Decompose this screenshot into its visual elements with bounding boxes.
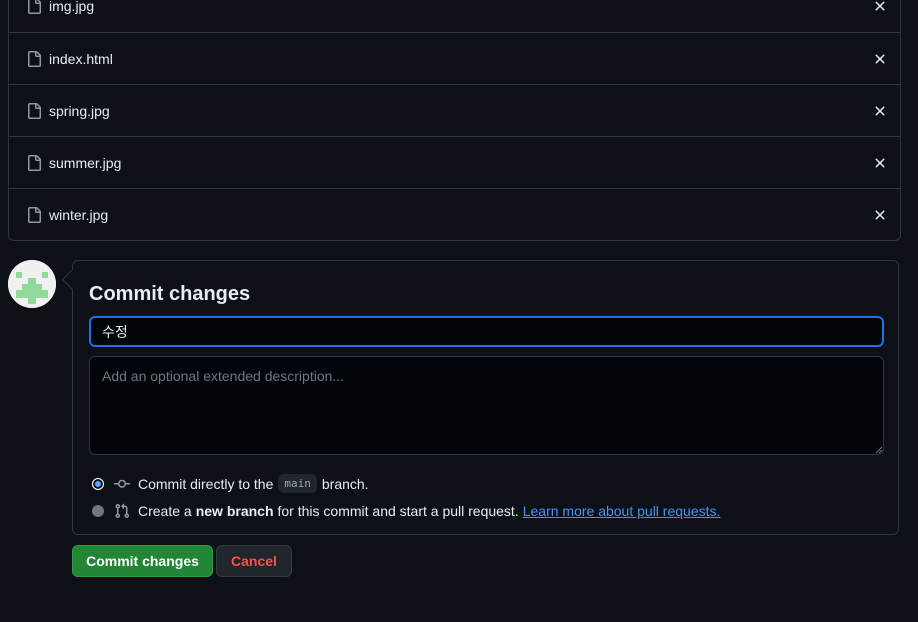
radio-commit-direct[interactable] [92,477,104,490]
commit-form: Commit changes Commit directly to the ma… [72,260,899,535]
file-name: winter.jpg [49,206,109,223]
commit-changes-button[interactable]: Commit changes [72,545,213,577]
resize-handle-icon[interactable] [875,446,883,454]
option-new-branch[interactable]: Create a new branch for this commit and … [92,503,720,519]
file-list: img.jpg index.html spring.jpg summer.jpg… [8,0,901,241]
file-icon [28,102,41,119]
file-name: index.html [49,50,113,67]
identicon-image [8,260,56,308]
learn-more-link[interactable]: Learn more about pull requests. [523,503,721,519]
file-row: summer.jpg [9,136,900,188]
git-pull-request-icon [115,503,130,519]
file-icon [28,154,41,171]
option-direct-prefix: Commit directly to the [138,475,274,492]
commit-title: Commit changes [89,283,251,305]
file-name: summer.jpg [49,154,122,171]
file-row: index.html [9,32,900,84]
file-row: img.jpg [9,0,900,32]
remove-file-icon[interactable] [872,103,888,119]
file-icon [28,50,41,67]
remove-file-icon[interactable] [872,207,888,223]
option-commit-direct[interactable]: Commit directly to the main branch. [92,474,369,493]
branch-name-chip: main [278,474,317,493]
file-name: spring.jpg [49,102,110,119]
option-new-branch-prefix: Create a [138,503,192,519]
option-new-branch-suffix: for this commit and start a pull request… [277,503,519,519]
option-new-branch-bold: new branch [195,503,274,519]
radio-new-branch[interactable] [92,505,104,517]
file-row: winter.jpg [9,188,900,240]
git-commit-icon [114,479,130,488]
cancel-button[interactable]: Cancel [216,545,292,577]
commit-summary-input[interactable] [89,316,884,347]
file-name: img.jpg [49,0,95,14]
file-icon [28,206,41,223]
remove-file-icon[interactable] [872,51,888,67]
option-direct-suffix: branch. [321,475,369,492]
remove-file-icon[interactable] [872,155,888,171]
avatar [8,260,56,308]
file-icon [28,0,41,14]
remove-file-icon[interactable] [872,0,888,14]
commit-description-input[interactable] [89,356,884,455]
file-row: spring.jpg [9,84,900,136]
